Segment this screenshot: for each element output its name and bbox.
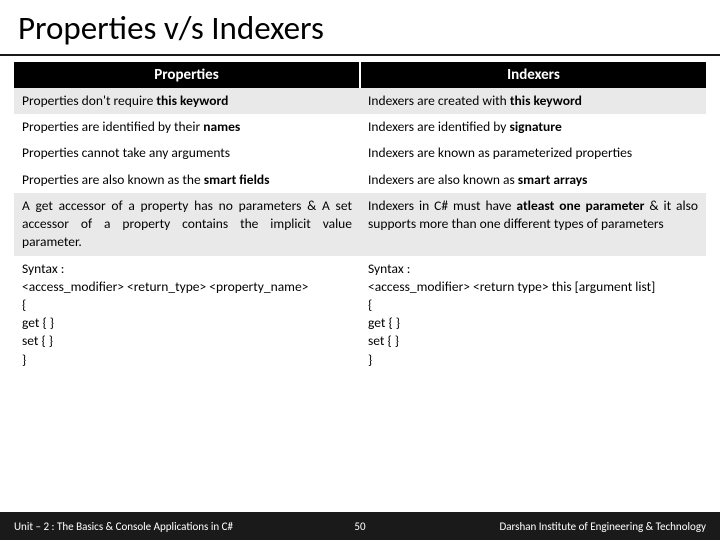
cell-properties: Properties are identified by their names xyxy=(14,114,360,140)
cell-indexers: Indexers are created with this keyword xyxy=(360,88,706,114)
comparison-table-wrap: Properties Indexers Properties don't req… xyxy=(0,62,720,512)
slide: Properties v/s Indexers Properties Index… xyxy=(0,0,720,540)
cell-indexers: Indexers are also known as smart arrays xyxy=(360,167,706,193)
header-indexers: Indexers xyxy=(360,62,706,88)
footer-page-number: 50 xyxy=(330,520,390,533)
footer-institute: Darshan Institute of Engineering & Techn… xyxy=(390,520,706,533)
table-row: Properties are identified by their names… xyxy=(14,114,706,140)
cell-properties: A get accessor of a property has no para… xyxy=(14,193,360,256)
table-row: Properties are also known as the smart f… xyxy=(14,167,706,193)
cell-properties: Properties are also known as the smart f… xyxy=(14,167,360,193)
header-properties: Properties xyxy=(14,62,360,88)
cell-indexers: Indexers are identified by signature xyxy=(360,114,706,140)
table-row: Properties don't require this keyword In… xyxy=(14,88,706,114)
cell-syntax-properties: Syntax :<access_modifier> <return_type> … xyxy=(14,256,360,373)
cell-indexers: Indexers in C# must have atleast one par… xyxy=(360,193,706,256)
title-underline xyxy=(0,54,720,56)
cell-properties: Properties cannot take any arguments xyxy=(14,140,360,166)
table-row: Syntax :<access_modifier> <return_type> … xyxy=(14,256,706,373)
comparison-table: Properties Indexers Properties don't req… xyxy=(14,62,706,373)
table-row: Properties cannot take any arguments Ind… xyxy=(14,140,706,166)
cell-indexers: Indexers are known as parameterized prop… xyxy=(360,140,706,166)
cell-syntax-indexers: Syntax :<access_modifier> <return type> … xyxy=(360,256,706,373)
page-title: Properties v/s Indexers xyxy=(0,0,720,54)
cell-properties: Properties don't require this keyword xyxy=(14,88,360,114)
table-header-row: Properties Indexers xyxy=(14,62,706,88)
table-row: A get accessor of a property has no para… xyxy=(14,193,706,256)
footer-bar: Unit – 2 : The Basics & Console Applicat… xyxy=(0,512,720,540)
footer-unit: Unit – 2 : The Basics & Console Applicat… xyxy=(14,520,330,533)
